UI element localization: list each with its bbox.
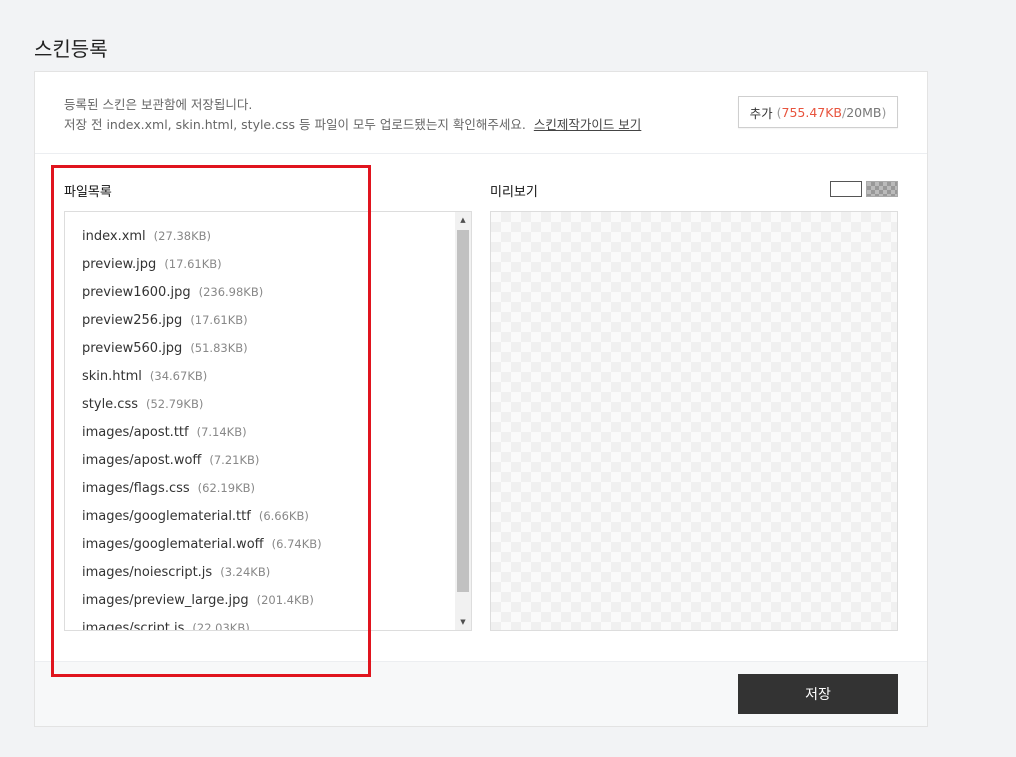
file-list-item: index.xml (27.38KB) — [82, 229, 211, 244]
file-name: preview256.jpg — [82, 313, 183, 328]
size-paren-close: ) — [881, 104, 887, 120]
file-name: preview1600.jpg — [82, 285, 191, 300]
scroll-thumb[interactable] — [457, 230, 469, 592]
footer-bar: 저장 — [35, 661, 927, 726]
notice-line-2: 저장 전 index.xml, skin.html, style.css 등 파… — [64, 114, 641, 133]
preview-bg-white-toggle[interactable] — [830, 181, 862, 197]
file-name: skin.html — [82, 369, 142, 384]
file-name: preview560.jpg — [82, 341, 183, 356]
file-list-item: style.css (52.79KB) — [82, 397, 203, 412]
file-size: (6.74KB) — [271, 537, 322, 551]
file-list-items: index.xml (27.38KB) preview.jpg (17.61KB) pr… — [65, 212, 455, 630]
file-list-label: 파일목록 — [64, 185, 112, 200]
file-size: (22.03KB) — [192, 621, 250, 630]
file-list-item: images/script.js (22.03KB) — [82, 621, 250, 630]
file-list-item: images/apost.woff (7.21KB) — [82, 453, 259, 468]
scroll-up-arrow-icon[interactable]: ▲ — [455, 212, 471, 228]
max-size: 20MB — [846, 104, 882, 120]
file-name: images/apost.woff — [82, 453, 202, 468]
file-size: (52.79KB) — [146, 397, 204, 411]
skin-register-panel: 등록된 스킨은 보관함에 저장됩니다. 저장 전 index.xml, skin… — [34, 71, 928, 727]
save-button[interactable]: 저장 — [738, 674, 898, 714]
preview-label: 미리보기 — [490, 185, 538, 200]
notice-area: 등록된 스킨은 보관함에 저장됩니다. 저장 전 index.xml, skin… — [35, 72, 927, 154]
file-size: (7.21KB) — [209, 453, 260, 467]
file-size: (34.67KB) — [149, 369, 208, 383]
file-list[interactable]: index.xml (27.38KB) preview.jpg (17.61KB) pr… — [64, 211, 472, 631]
file-name: images/preview_large.jpg — [82, 593, 249, 608]
file-size: (17.61KB) — [190, 313, 248, 327]
file-list-item: images/googlematerial.woff (6.74KB) — [82, 537, 322, 552]
file-list-item: skin.html (34.67KB) — [82, 369, 207, 384]
file-list-scrollbar[interactable]: ▲ ▼ — [455, 212, 471, 630]
file-size: (6.66KB) — [258, 509, 309, 523]
page-title: 스킨등록 — [34, 37, 108, 61]
file-list-item: images/preview_large.jpg (201.4KB) — [82, 593, 314, 608]
file-name: images/script.js — [82, 621, 185, 630]
file-list-item: preview256.jpg (17.61KB) — [82, 313, 248, 328]
file-size: (17.61KB) — [164, 257, 222, 271]
used-size: 755.47KB — [781, 104, 843, 120]
skin-guide-link[interactable]: 스킨제작가이드 보기 — [534, 117, 641, 132]
scroll-down-arrow-icon[interactable]: ▼ — [455, 614, 471, 630]
file-name: images/apost.ttf — [82, 425, 189, 440]
file-name: images/noiescript.js — [82, 565, 213, 580]
file-size: (236.98KB) — [198, 285, 264, 299]
preview-bg-checker-toggle[interactable] — [866, 181, 898, 197]
file-name: images/flags.css — [82, 481, 190, 496]
file-name: images/googlematerial.woff — [82, 537, 264, 552]
notice-line-1: 등록된 스킨은 보관함에 저장됩니다. — [64, 97, 253, 112]
file-list-item: images/googlematerial.ttf (6.66KB) — [82, 509, 309, 524]
file-list-item: images/apost.ttf (7.14KB) — [82, 425, 247, 440]
add-file-button[interactable]: 추가 ( 755.47KB / 20MB ) — [738, 96, 898, 128]
file-list-item: preview1600.jpg (236.98KB) — [82, 285, 263, 300]
file-list-item: images/noiescript.js (3.24KB) — [82, 565, 270, 580]
file-size: (7.14KB) — [196, 425, 247, 439]
file-name: index.xml — [82, 229, 146, 244]
file-list-item: preview560.jpg (51.83KB) — [82, 341, 248, 356]
file-list-item: images/flags.css (62.19KB) — [82, 481, 255, 496]
file-name: style.css — [82, 397, 138, 412]
preview-area — [490, 211, 898, 631]
file-list-item: preview.jpg (17.61KB) — [82, 257, 222, 272]
file-size: (201.4KB) — [256, 593, 314, 607]
file-size: (3.24KB) — [220, 565, 271, 579]
file-size: (62.19KB) — [197, 481, 255, 495]
file-size: (27.38KB) — [153, 229, 211, 243]
add-button-label: 추가 — [749, 105, 773, 121]
file-name: preview.jpg — [82, 257, 157, 272]
file-name: images/googlematerial.ttf — [82, 509, 251, 524]
notice-line-2-text: 저장 전 index.xml, skin.html, style.css 등 파… — [64, 117, 526, 132]
file-size: (51.83KB) — [190, 341, 248, 355]
